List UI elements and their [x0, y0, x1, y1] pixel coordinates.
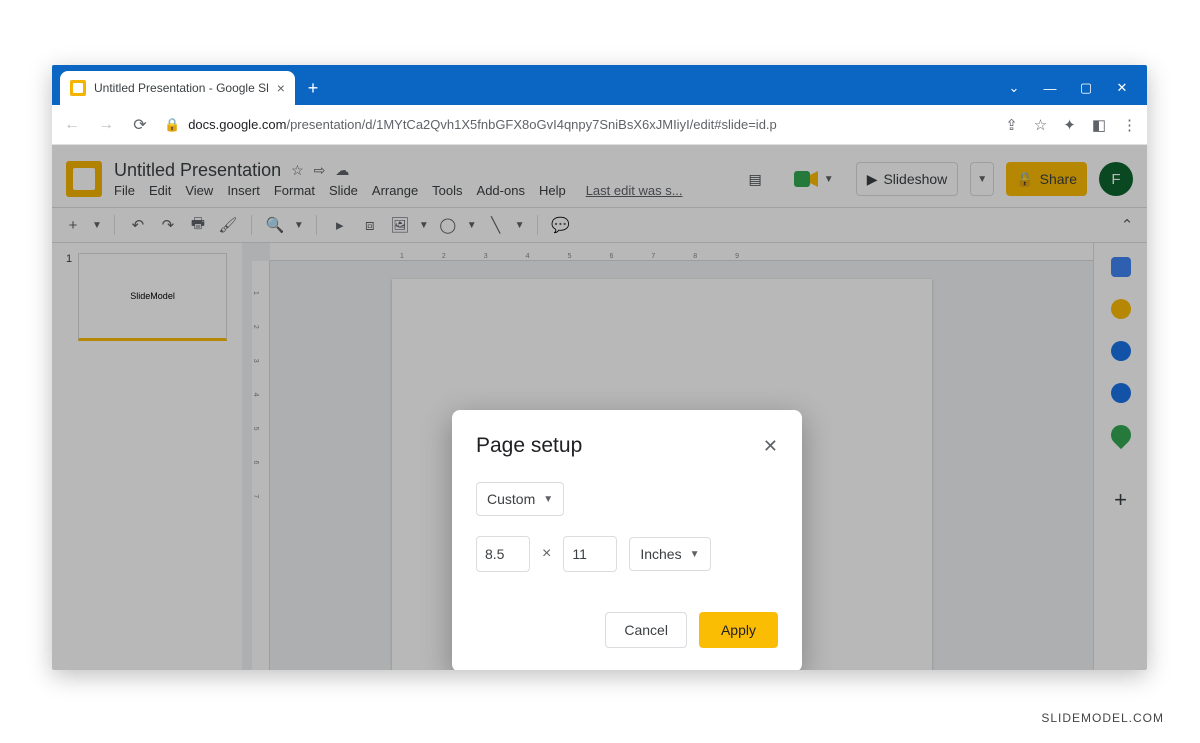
document-title[interactable]: Untitled Presentation	[114, 160, 281, 181]
share-label: Share	[1040, 171, 1077, 187]
menu-edit[interactable]: Edit	[149, 183, 171, 198]
tasks-icon[interactable]	[1111, 341, 1131, 361]
bookmark-icon[interactable]: ☆	[1034, 116, 1047, 134]
back-button[interactable]: ←	[62, 115, 82, 135]
dialog-title: Page setup	[476, 434, 582, 458]
menu-format[interactable]: Format	[274, 183, 315, 198]
new-slide-dropdown[interactable]: ▼	[92, 220, 102, 231]
dialog-close-icon[interactable]: ✕	[763, 436, 778, 457]
undo-button[interactable]: ↶	[127, 214, 149, 236]
new-slide-button[interactable]: +	[62, 214, 84, 236]
image-tool[interactable]: 🖼	[389, 214, 411, 236]
maps-icon[interactable]	[1106, 421, 1134, 449]
contacts-icon[interactable]	[1111, 383, 1131, 403]
move-icon[interactable]: ⇨	[314, 162, 326, 179]
redo-button[interactable]: ↷	[157, 214, 179, 236]
new-tab-button[interactable]: +	[299, 74, 327, 102]
minimize-icon[interactable]: —	[1043, 81, 1057, 95]
collapse-toolbar-icon[interactable]: ⌃	[1117, 214, 1137, 236]
reload-button[interactable]: ⟳	[130, 115, 150, 135]
side-panel: +	[1093, 243, 1147, 670]
height-input[interactable]	[563, 536, 617, 572]
close-icon[interactable]: ✕	[1115, 81, 1129, 95]
zoom-button[interactable]: 🔍	[264, 214, 286, 236]
textbox-tool[interactable]: ⧈	[359, 214, 381, 236]
slideshow-dropdown[interactable]: ▼	[970, 162, 994, 196]
sidepanel-icon[interactable]: ◧	[1092, 116, 1106, 134]
chevron-down-icon[interactable]: ⌄	[1007, 81, 1021, 95]
slideshow-button[interactable]: ▶ Slideshow	[856, 162, 959, 196]
apply-button[interactable]: Apply	[699, 612, 778, 648]
slide-number: 1	[66, 253, 72, 339]
share-button[interactable]: 🔒 Share	[1006, 162, 1087, 196]
print-button[interactable]: 🖶	[187, 214, 209, 236]
unit-value: Inches	[640, 546, 681, 562]
horizontal-ruler: 123456789	[270, 243, 1093, 261]
menu-addons[interactable]: Add-ons	[477, 183, 525, 198]
width-input[interactable]	[476, 536, 530, 572]
size-preset-select[interactable]: Custom ▼	[476, 482, 564, 516]
filmstrip[interactable]: 1 SlideModel	[52, 243, 242, 670]
menu-help[interactable]: Help	[539, 183, 566, 198]
slideshow-label: Slideshow	[883, 171, 947, 187]
caret-down-icon: ▼	[690, 549, 700, 560]
address-bar[interactable]: 🔒 docs.google.com/presentation/d/1MYtCa2…	[164, 117, 991, 133]
account-avatar[interactable]: F	[1099, 162, 1133, 196]
tab-title: Untitled Presentation - Google Sl	[94, 81, 269, 95]
menu-arrange[interactable]: Arrange	[372, 183, 418, 198]
slide-thumbnail[interactable]: 1 SlideModel	[66, 253, 227, 339]
paint-format-button[interactable]: 🖌	[217, 214, 239, 236]
slides-app: Untitled Presentation ☆ ⇨ ☁ File Edit Vi…	[52, 145, 1147, 670]
menu-view[interactable]: View	[185, 183, 213, 198]
url-bar: ← → ⟳ 🔒 docs.google.com/presentation/d/1…	[52, 105, 1147, 145]
comment-tool[interactable]: 💬	[550, 214, 572, 236]
page-setup-dialog: Page setup ✕ Custom ▼ × Inches ▼ Cancel …	[452, 410, 802, 670]
url-path: /presentation/d/1MYtCa2Qvh1X5fnbGFX8oGvI…	[286, 117, 776, 132]
lock-icon: 🔒	[164, 117, 180, 133]
forward-button[interactable]: →	[96, 115, 116, 135]
menu-bar: File Edit View Insert Format Slide Arran…	[114, 183, 727, 198]
maximize-icon[interactable]: ▢	[1079, 81, 1093, 95]
star-icon[interactable]: ☆	[291, 162, 304, 179]
toolbar: + ▼ ↶ ↷ 🖶 🖌 🔍 ▼ ▸ ⧈ 🖼 ▼ ◯ ▼ ╲ ▼ 💬 ⌃	[52, 207, 1147, 243]
kebab-menu-icon[interactable]: ⋮	[1122, 116, 1137, 134]
tab-close-icon[interactable]: ×	[277, 80, 285, 96]
select-tool[interactable]: ▸	[329, 214, 351, 236]
meet-button[interactable]: ▼	[784, 162, 844, 196]
unit-select[interactable]: Inches ▼	[629, 537, 710, 571]
slides-favicon-icon	[70, 80, 86, 96]
keep-icon[interactable]	[1111, 299, 1131, 319]
extensions-icon[interactable]: ✦	[1063, 116, 1076, 134]
play-icon: ▶	[867, 171, 878, 188]
menu-insert[interactable]: Insert	[227, 183, 260, 198]
app-header: Untitled Presentation ☆ ⇨ ☁ File Edit Vi…	[52, 145, 1147, 207]
menu-tools[interactable]: Tools	[432, 183, 462, 198]
slides-logo-icon	[66, 161, 102, 197]
line-tool[interactable]: ╲	[485, 214, 507, 236]
watermark: SLIDEMODEL.COM	[1041, 711, 1164, 725]
titlebar: Untitled Presentation - Google Sl × + ⌄ …	[52, 65, 1147, 105]
vertical-ruler: 1234567	[252, 261, 270, 670]
comments-button[interactable]: ▤	[739, 162, 772, 196]
caret-down-icon: ▼	[543, 494, 553, 505]
menu-file[interactable]: File	[114, 183, 135, 198]
last-edit-link[interactable]: Last edit was s...	[586, 183, 683, 198]
size-preset-value: Custom	[487, 491, 535, 507]
multiply-icon: ×	[542, 545, 551, 563]
lock-icon: 🔒	[1016, 171, 1033, 188]
shape-tool[interactable]: ◯	[437, 214, 459, 236]
menu-slide[interactable]: Slide	[329, 183, 358, 198]
window-controls: ⌄ — ▢ ✕	[1007, 81, 1147, 105]
add-addon-icon[interactable]: +	[1114, 487, 1127, 513]
cancel-button[interactable]: Cancel	[605, 612, 687, 648]
share-page-icon[interactable]: ⇪	[1005, 116, 1018, 134]
browser-tab[interactable]: Untitled Presentation - Google Sl ×	[60, 71, 295, 105]
cloud-icon[interactable]: ☁	[335, 162, 349, 179]
calendar-icon[interactable]	[1111, 257, 1131, 277]
url-host: docs.google.com	[188, 117, 286, 132]
browser-window: Untitled Presentation - Google Sl × + ⌄ …	[52, 65, 1147, 670]
